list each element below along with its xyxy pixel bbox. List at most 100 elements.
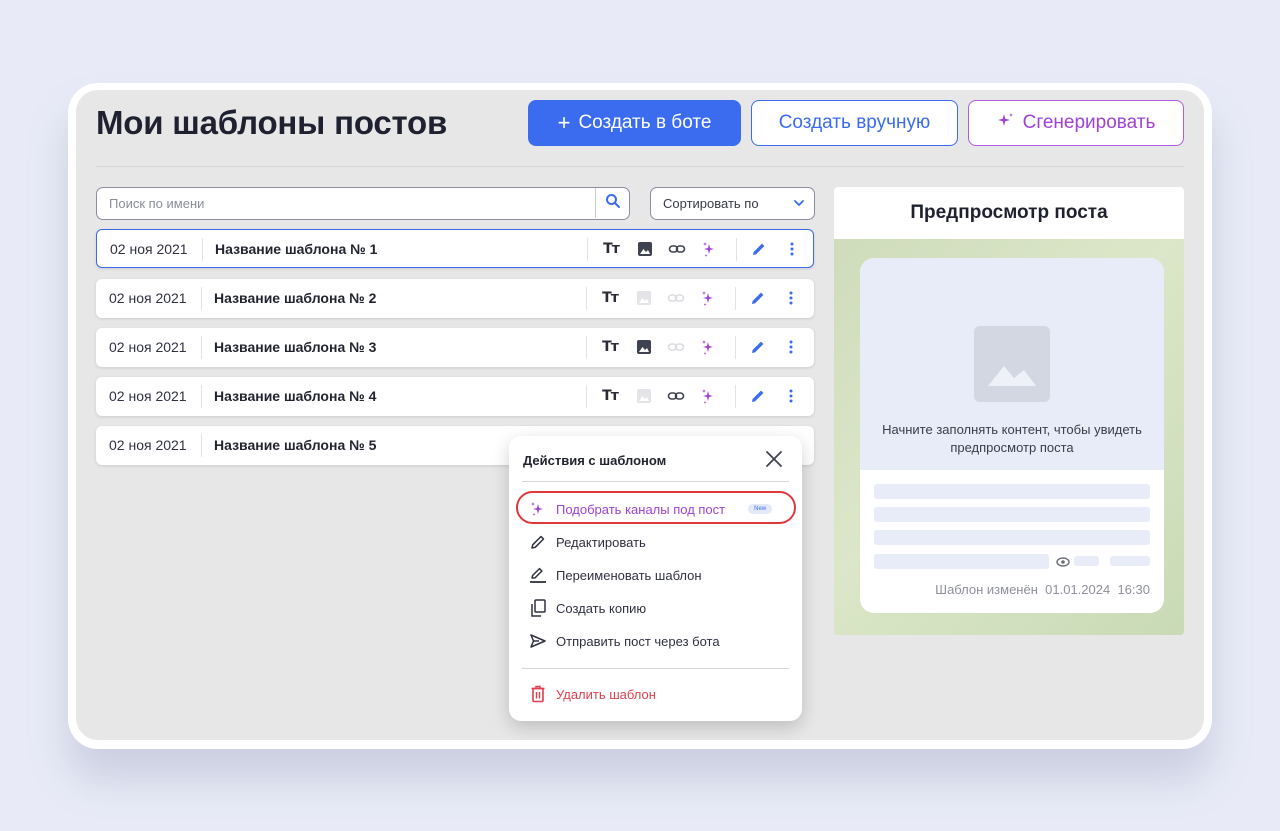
- more-vertical-icon[interactable]: [782, 338, 800, 356]
- search-button[interactable]: [595, 188, 629, 218]
- generate-label: Сгенерировать: [1022, 112, 1156, 133]
- image-icon[interactable]: [636, 240, 654, 258]
- preview-background: Начните заполнять контент, чтобы увидеть…: [834, 239, 1184, 635]
- more-vertical-icon[interactable]: [782, 289, 800, 307]
- plus-icon: +: [557, 110, 571, 135]
- divider: [586, 385, 587, 408]
- text-icon[interactable]: Тт: [601, 338, 619, 356]
- generate-button[interactable]: Сгенерировать: [968, 100, 1184, 146]
- close-icon[interactable]: [763, 448, 785, 470]
- preview-title: Предпросмотр поста: [834, 187, 1184, 239]
- search-icon: [605, 193, 621, 214]
- divider: [735, 336, 736, 359]
- divider: [201, 287, 202, 310]
- divider: [587, 238, 588, 261]
- rename-icon: [529, 566, 547, 584]
- link-icon: [667, 338, 685, 356]
- divider: [735, 287, 736, 310]
- match-channels-item[interactable]: Подобрать каналы под пост New: [529, 498, 773, 520]
- create-in-bot-button[interactable]: + Создать в боте: [528, 100, 741, 146]
- page-title: Мои шаблоны постов: [96, 104, 448, 141]
- image-placeholder-icon: [974, 326, 1050, 402]
- pencil-icon[interactable]: [749, 289, 767, 307]
- copy-icon: [529, 599, 547, 617]
- trash-icon: [529, 685, 547, 703]
- divider: [735, 385, 736, 408]
- text-icon[interactable]: Тт: [601, 289, 619, 307]
- delete-item[interactable]: Удалить шаблон: [529, 683, 656, 705]
- send-via-bot-item[interactable]: Отправить пост через бота: [529, 630, 720, 652]
- more-vertical-icon[interactable]: [783, 240, 801, 258]
- text-icon[interactable]: Тт: [602, 240, 620, 258]
- pencil-icon[interactable]: [749, 338, 767, 356]
- link-icon: [667, 289, 685, 307]
- text-icon[interactable]: Тт: [601, 387, 619, 405]
- changed-label: Шаблон изменён: [935, 582, 1038, 597]
- sparkle-icon: [529, 500, 547, 518]
- text-line-placeholder: [874, 530, 1150, 545]
- sparkle-icon[interactable]: [700, 387, 718, 405]
- post-preview-panel: Предпросмотр поста Начните заполнять кон…: [834, 187, 1184, 635]
- create-manually-label: Создать вручную: [778, 112, 931, 133]
- template-name: Название шаблона № 3: [214, 339, 377, 355]
- menu-divider: [522, 481, 789, 482]
- header-divider: [96, 166, 1184, 167]
- template-date: 02 ноя 2021: [109, 290, 187, 306]
- template-name: Название шаблона № 5: [214, 437, 377, 453]
- changed-date: 01.01.2024: [1045, 582, 1111, 597]
- create-manually-button[interactable]: Создать вручную: [751, 100, 958, 146]
- divider: [201, 434, 202, 457]
- text-line-placeholder: [874, 507, 1150, 522]
- template-date: 02 ноя 2021: [110, 241, 188, 257]
- search-box: [96, 187, 630, 220]
- send-via-bot-label: Отправить пост через бота: [556, 633, 720, 649]
- copy-label: Создать копию: [556, 600, 647, 616]
- edit-item[interactable]: Редактировать: [529, 531, 646, 553]
- template-row[interactable]: 02 ноя 2021 Название шаблона № 1 Тт: [96, 229, 814, 268]
- template-date: 02 ноя 2021: [109, 388, 187, 404]
- send-icon: [529, 632, 547, 650]
- image-icon: [635, 289, 653, 307]
- divider: [201, 336, 202, 359]
- pencil-icon[interactable]: [750, 240, 768, 258]
- preview-hint: Начните заполнять контент, чтобы увидеть…: [882, 422, 1142, 455]
- sparkle-icon[interactable]: [700, 289, 718, 307]
- menu-title: Действия с шаблоном: [523, 453, 667, 468]
- template-name: Название шаблона № 1: [215, 241, 378, 257]
- sort-dropdown[interactable]: Сортировать по: [650, 187, 815, 220]
- template-name: Название шаблона № 2: [214, 290, 377, 306]
- delete-label: Удалить шаблон: [556, 686, 656, 702]
- sort-label: Сортировать по: [663, 196, 759, 211]
- sparkle-icon[interactable]: [701, 240, 719, 258]
- changed-meta: Шаблон изменён 01.01.2024 16:30: [935, 582, 1150, 597]
- menu-divider: [522, 668, 789, 669]
- link-icon[interactable]: [668, 240, 686, 258]
- link-icon[interactable]: [667, 387, 685, 405]
- search-input[interactable]: [97, 188, 587, 218]
- template-date: 02 ноя 2021: [109, 339, 187, 355]
- new-badge: New: [748, 504, 773, 514]
- views-placeholder: [1074, 556, 1099, 566]
- divider: [586, 336, 587, 359]
- image-placeholder-area: Начните заполнять контент, чтобы увидеть…: [860, 258, 1164, 470]
- pencil-icon: [529, 533, 547, 551]
- main-panel: Мои шаблоны постов + Создать в боте Созд…: [76, 90, 1204, 740]
- image-icon: [635, 387, 653, 405]
- time-placeholder: [1110, 556, 1150, 566]
- template-date: 02 ноя 2021: [109, 437, 187, 453]
- template-name: Название шаблона № 4: [214, 388, 377, 404]
- template-row[interactable]: 02 ноя 2021 Название шаблона № 4 Тт: [96, 377, 814, 416]
- template-row[interactable]: 02 ноя 2021 Название шаблона № 3 Тт: [96, 328, 814, 367]
- edit-label: Редактировать: [556, 534, 646, 550]
- rename-item[interactable]: Переименовать шаблон: [529, 564, 702, 586]
- sparkle-icon[interactable]: [700, 338, 718, 356]
- more-vertical-icon[interactable]: [782, 387, 800, 405]
- create-in-bot-label: Создать в боте: [578, 112, 712, 133]
- eye-icon: [1056, 555, 1070, 573]
- template-row[interactable]: 02 ноя 2021 Название шаблона № 2 Тт: [96, 279, 814, 318]
- pencil-icon[interactable]: [749, 387, 767, 405]
- copy-item[interactable]: Создать копию: [529, 597, 646, 619]
- image-icon[interactable]: [635, 338, 653, 356]
- rename-label: Переименовать шаблон: [556, 567, 702, 583]
- divider: [201, 385, 202, 408]
